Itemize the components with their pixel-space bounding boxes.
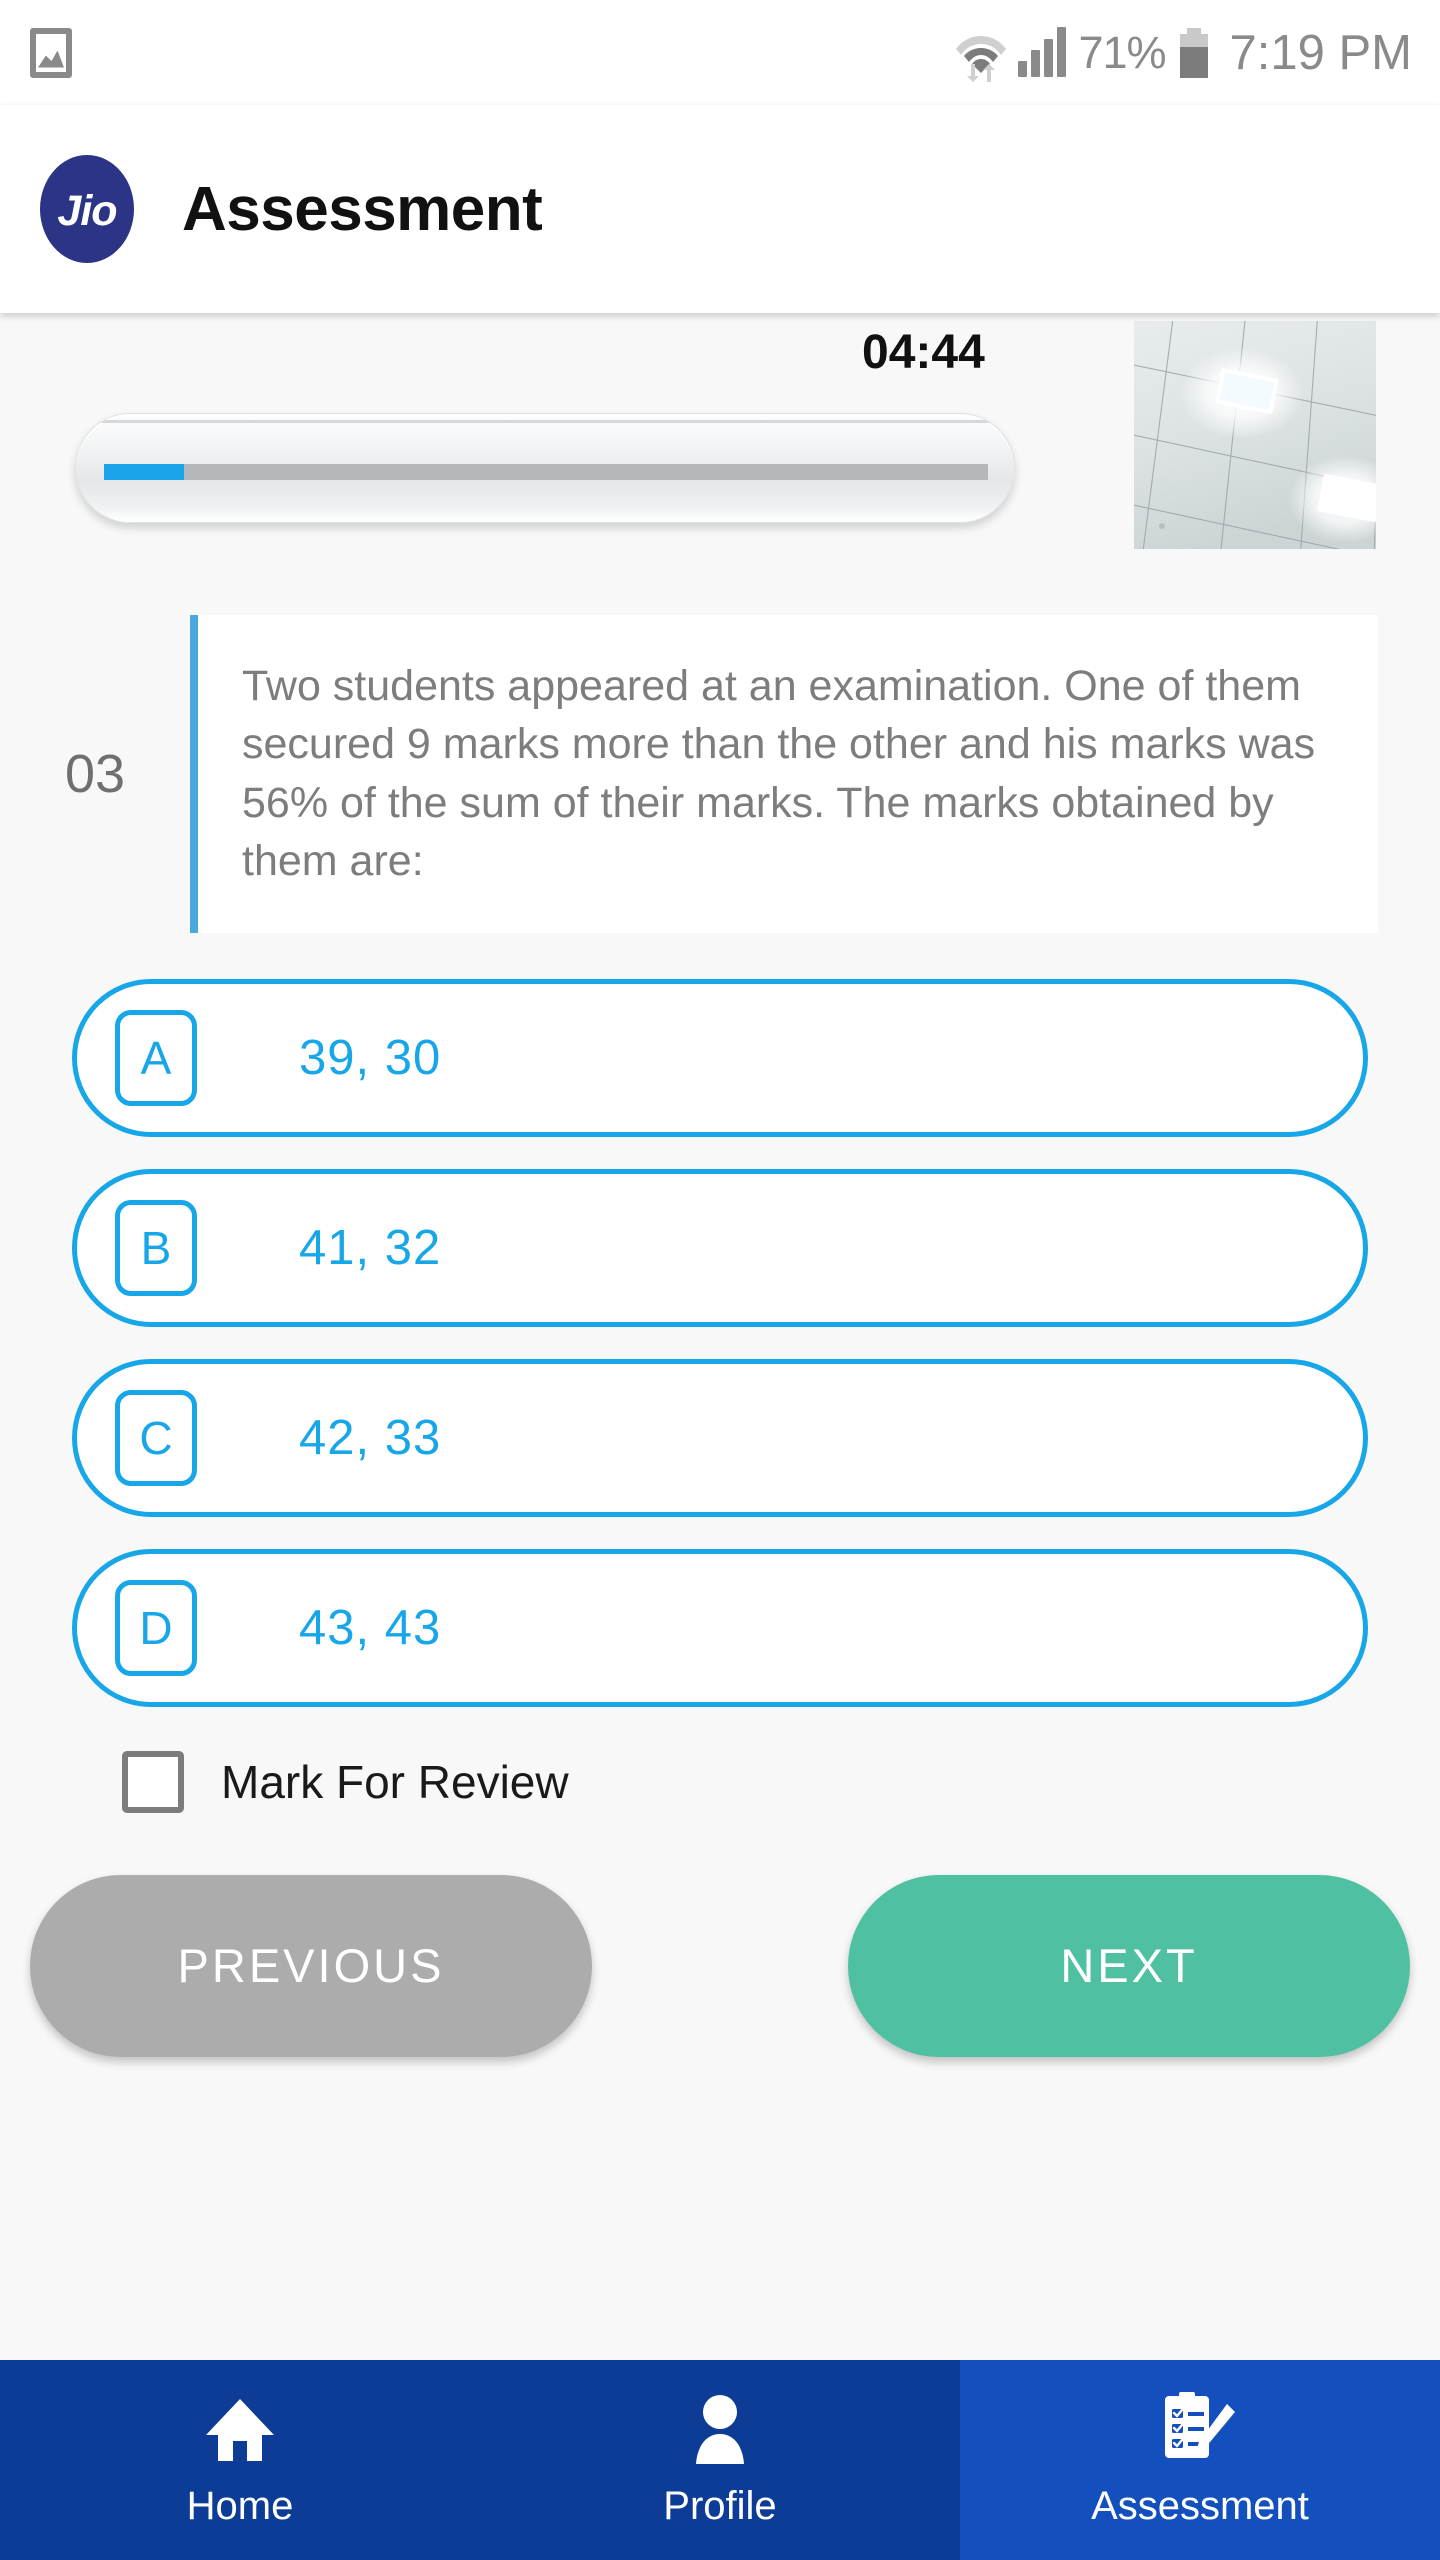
options-list: A 39, 30 B 41, 32 C 42, 33 D 43, 43 (0, 978, 1440, 1707)
battery-icon (1179, 27, 1208, 78)
nav-label-profile: Profile (663, 2483, 777, 2528)
image-icon (30, 27, 72, 78)
countdown-timer: 04:44 (862, 326, 985, 379)
content-area: 04:44 03 Two students appeared at an exa… (0, 313, 1440, 2560)
question-block: 03 Two students appeared at an examinati… (0, 615, 1440, 933)
option-a-text: 39, 30 (299, 1030, 442, 1085)
option-d-letter: D (139, 1601, 173, 1654)
previous-button[interactable]: PREVIOUS (30, 1874, 592, 2057)
cellular-signal-icon (1018, 26, 1067, 77)
camera-preview (1134, 321, 1376, 549)
option-d-text: 43, 43 (299, 1600, 442, 1655)
battery-percent-label: 71% (1078, 26, 1166, 78)
option-b-letter: B (140, 1221, 172, 1274)
progress-track (104, 464, 988, 480)
option-c-text: 42, 33 (299, 1410, 442, 1465)
option-a-letter: A (140, 1031, 172, 1084)
next-button[interactable]: NEXT (848, 1874, 1410, 2057)
timer-progress-row: 04:44 (0, 313, 1440, 603)
navigation-buttons: PREVIOUS NEXT (0, 1874, 1440, 2057)
jio-logo: Jio (40, 155, 134, 263)
question-card: Two students appeared at an examination.… (190, 615, 1378, 933)
option-a[interactable]: A 39, 30 (72, 978, 1368, 1137)
home-icon (202, 2392, 278, 2468)
clipboard-pencil-icon (1161, 2391, 1239, 2468)
status-bar-left (30, 27, 72, 78)
option-b-badge: B (115, 1199, 197, 1296)
progress-bar (75, 413, 1015, 523)
status-bar: 71% 7:19 PM (0, 0, 1440, 105)
option-d[interactable]: D 43, 43 (72, 1548, 1368, 1707)
mark-for-review-row[interactable]: Mark For Review (0, 1750, 1440, 1813)
option-b-text: 41, 32 (299, 1220, 442, 1275)
mark-for-review-label: Mark For Review (221, 1755, 569, 1808)
status-bar-clock: 7:19 PM (1229, 25, 1412, 80)
status-bar-right: 71% 7:19 PM (956, 24, 1412, 82)
option-c-badge: C (115, 1389, 197, 1486)
option-d-badge: D (115, 1579, 197, 1676)
option-c[interactable]: C 42, 33 (72, 1358, 1368, 1517)
person-icon (689, 2392, 751, 2468)
option-c-letter: C (139, 1411, 173, 1464)
app-screen: 71% 7:19 PM Jio Assessment 04:44 03 Two … (0, 0, 1440, 2560)
option-a-badge: A (115, 1009, 197, 1106)
nav-item-profile[interactable]: Profile (480, 2360, 960, 2560)
bottom-navigation: Home Profile Assessment (0, 2360, 1440, 2560)
app-header: Jio Assessment (0, 105, 1440, 313)
option-b[interactable]: B 41, 32 (72, 1168, 1368, 1327)
nav-item-assessment[interactable]: Assessment (960, 2360, 1440, 2560)
nav-label-home: Home (186, 2483, 294, 2528)
jio-logo-text: Jio (57, 186, 117, 235)
page-title: Assessment (182, 174, 543, 244)
nav-label-assessment: Assessment (1091, 2483, 1309, 2528)
mark-for-review-checkbox[interactable] (122, 1750, 184, 1813)
wifi-icon (956, 24, 1007, 82)
progress-fill (104, 464, 184, 480)
nav-item-home[interactable]: Home (0, 2360, 480, 2560)
question-number: 03 (64, 743, 126, 804)
question-text: Two students appeared at an examination.… (242, 662, 1316, 886)
